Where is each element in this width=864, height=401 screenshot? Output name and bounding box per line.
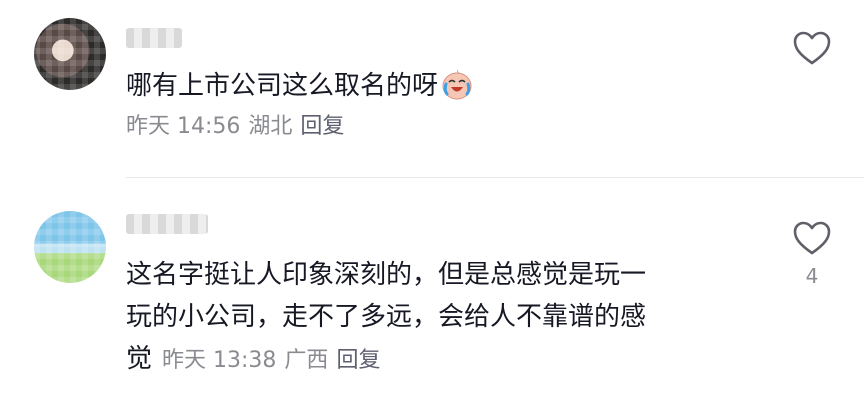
comment-text-content: 哪有上市公司这么取名的呀 [126,71,439,101]
like-button[interactable]: 4 [792,220,832,288]
crying-laughing-face-icon [442,69,472,100]
reply-button[interactable]: 回复 [336,348,380,373]
comment-meta: 昨天 13:38 广西 回复 [162,348,388,373]
like-count: 4 [805,264,819,288]
comment-item: 哪有上市公司这么取名的呀 昨天 14:56 湖北 回复 [0,0,864,178]
heart-icon [793,31,831,65]
comment-location: 广西 [284,348,329,373]
comment-item: 这名字挺让人印象深刻的，但是总感觉是玩一 玩的小公司，走不了多远，会给人不靠谱的… [0,178,864,401]
comment-text-line: 这名字挺让人印象深刻的，但是总感觉是玩一 [126,260,647,290]
comment-text: 这名字挺让人印象深刻的，但是总感觉是玩一 玩的小公司，走不了多远，会给人不靠谱的… [126,254,776,382]
like-button[interactable] [792,30,832,74]
comment-text-line: 玩的小公司，走不了多远，会给人不靠谱的感 [126,302,647,332]
username-blurred[interactable] [126,28,182,48]
reply-button[interactable]: 回复 [300,114,344,139]
comment-meta: 昨天 14:56 湖北 回复 [126,113,352,141]
comment-text: 哪有上市公司这么取名的呀 [126,65,746,107]
avatar[interactable] [34,18,106,90]
username-blurred[interactable] [126,214,208,234]
comment-text-tail: 觉 [126,344,153,374]
heart-icon [793,221,831,255]
comment-time: 昨天 14:56 [126,114,241,139]
comment-location: 湖北 [248,114,293,139]
comment-time: 昨天 13:38 [162,348,277,373]
comment-text-line-last: 觉昨天 13:38 广西 回复 [126,338,776,382]
avatar[interactable] [34,211,106,283]
